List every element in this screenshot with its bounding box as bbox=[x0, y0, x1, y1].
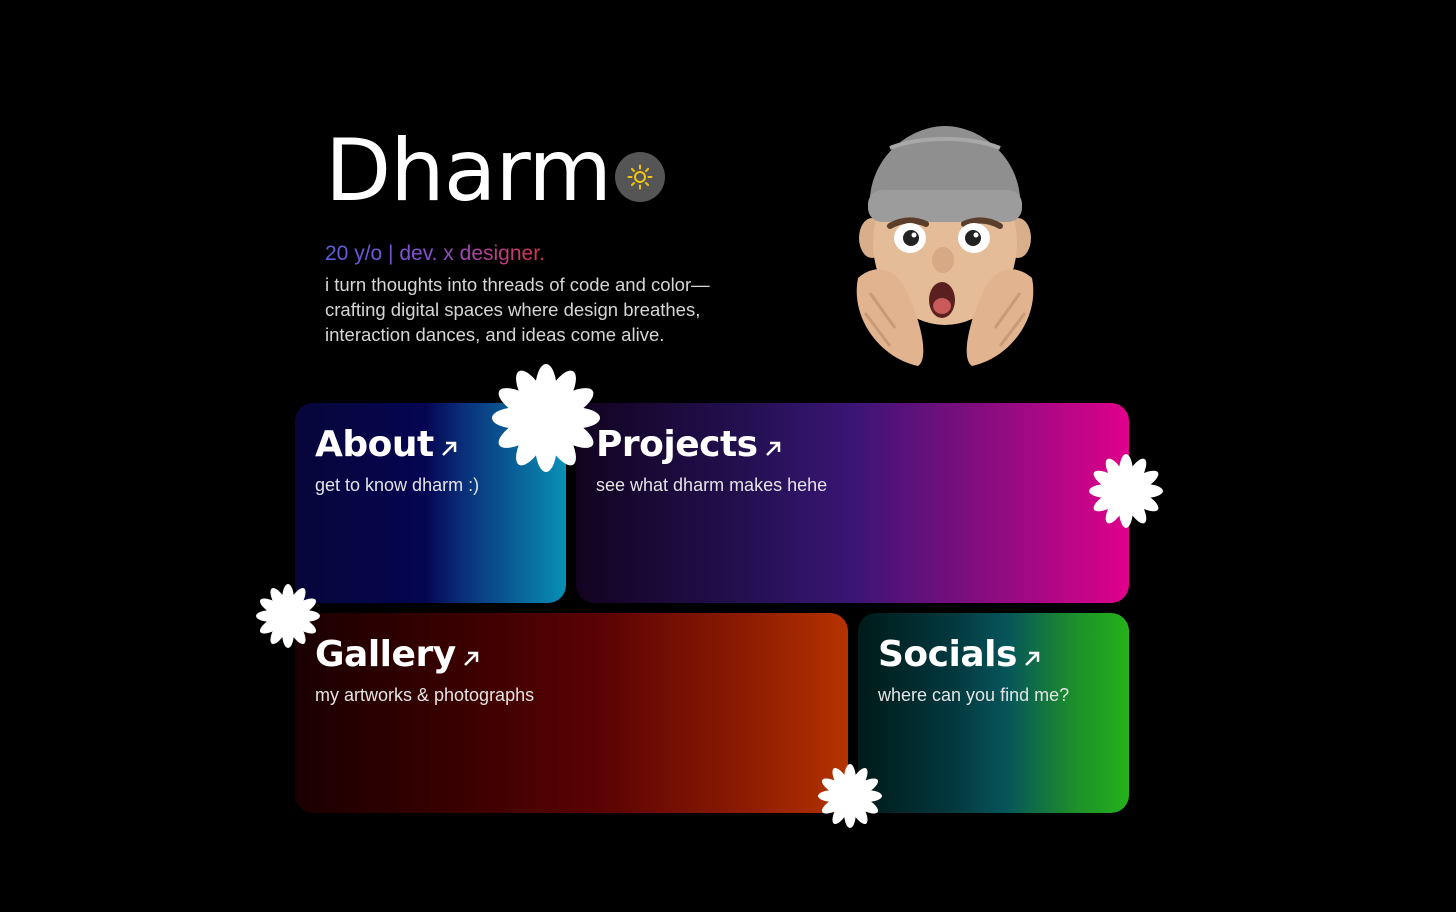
avatar bbox=[856, 126, 1034, 366]
about-card[interactable]: About get to know dharm :) bbox=[295, 403, 566, 603]
arrow-up-right-icon bbox=[1025, 651, 1040, 666]
gallery-card[interactable]: Gallery my artworks & photographs bbox=[295, 613, 848, 813]
projects-card-label: Projects bbox=[596, 424, 758, 465]
bio-text: i turn thoughts into threads of code and… bbox=[325, 274, 710, 345]
about-card-subtitle: get to know dharm :) bbox=[315, 475, 480, 495]
projects-card[interactable]: Projects see what dharm makes hehe bbox=[576, 403, 1129, 603]
socials-card[interactable]: Socials where can you find me? bbox=[858, 613, 1129, 813]
socials-card-subtitle: where can you find me? bbox=[878, 685, 1070, 705]
tagline: 20 y/o | dev. x designer. bbox=[325, 242, 545, 265]
page: Dharm 20 y/o | dev. x designer. i turn t… bbox=[0, 0, 1456, 912]
socials-card-label: Socials bbox=[878, 634, 1017, 675]
gallery-card-subtitle: my artworks & photographs bbox=[315, 685, 535, 705]
socials-card-title: Socials bbox=[878, 637, 1109, 673]
page-title: Dharm bbox=[325, 121, 612, 221]
gallery-card-title: Gallery bbox=[315, 637, 828, 673]
sun-icon bbox=[627, 164, 653, 190]
projects-card-subtitle: see what dharm makes hehe bbox=[596, 475, 828, 495]
about-card-label: About bbox=[315, 424, 434, 465]
arrow-up-right-icon bbox=[463, 651, 478, 666]
theme-toggle-button[interactable] bbox=[615, 152, 666, 202]
about-card-title: About bbox=[315, 427, 546, 463]
projects-card-title: Projects bbox=[596, 427, 1109, 463]
header: Dharm bbox=[325, 121, 666, 221]
arrow-up-right-icon bbox=[441, 441, 456, 456]
gallery-card-label: Gallery bbox=[315, 634, 456, 675]
arrow-up-right-icon bbox=[765, 441, 780, 456]
